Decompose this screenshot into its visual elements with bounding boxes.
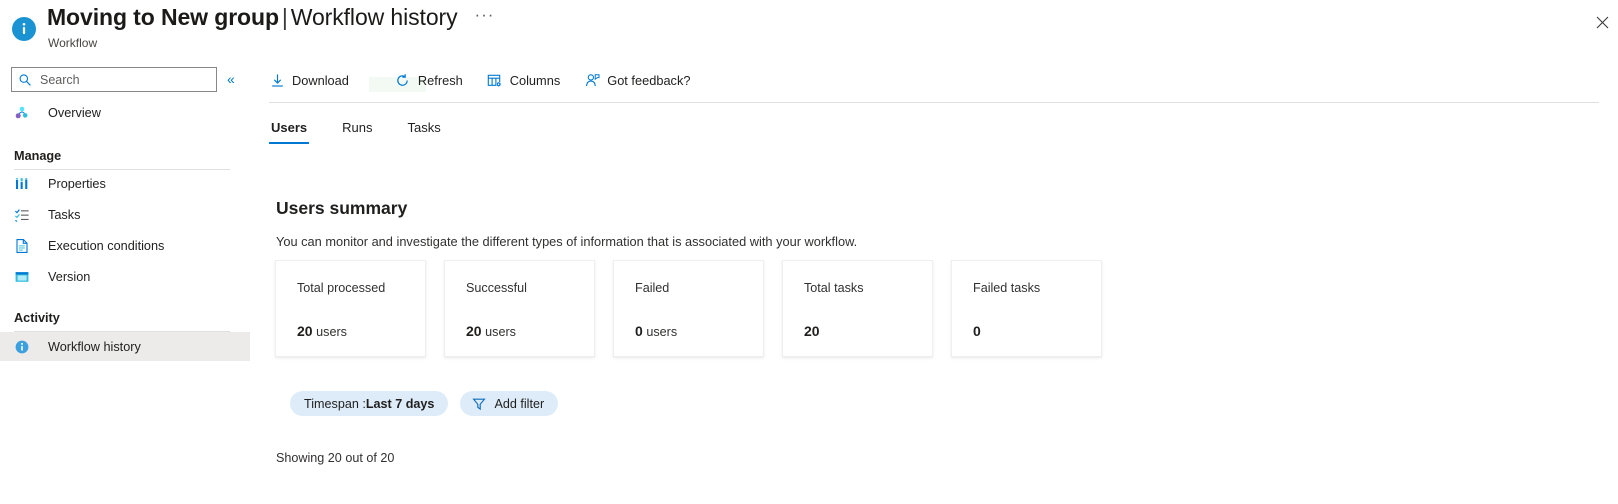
summary-cards: Total processed 20 users Successful 20 u… xyxy=(275,260,1120,357)
main-content: Download Refresh Columns Got feedback? U… xyxy=(250,58,1618,504)
summary-card-successful[interactable]: Successful 20 users xyxy=(444,260,595,357)
refresh-button[interactable]: Refresh xyxy=(395,66,463,94)
properties-bars-icon xyxy=(14,176,30,192)
download-arrow-icon xyxy=(269,72,285,88)
sidebar-item-label: Overview xyxy=(48,105,101,120)
card-value: 20 xyxy=(804,323,932,339)
summary-card-failed[interactable]: Failed 0 users xyxy=(613,260,764,357)
card-number: 0 xyxy=(973,323,981,339)
funnel-filter-icon xyxy=(471,396,486,411)
add-filter-label: Add filter xyxy=(494,396,545,411)
card-label: Failed tasks xyxy=(973,281,1041,295)
card-label: Total tasks xyxy=(804,281,864,295)
tab-tasks[interactable]: Tasks xyxy=(406,116,443,144)
tab-users[interactable]: Users xyxy=(269,116,310,144)
got-feedback-button[interactable]: Got feedback? xyxy=(584,66,690,94)
got-feedback-label: Got feedback? xyxy=(607,72,691,88)
summary-description: You can monitor and investigate the diff… xyxy=(276,234,858,249)
columns-label: Columns xyxy=(509,72,561,88)
command-bar-divider xyxy=(269,102,1599,103)
sidebar-item-overview[interactable]: Overview xyxy=(0,98,250,127)
sidebar-item-workflow-history[interactable]: Workflow history xyxy=(0,332,250,361)
filter-pill-timespan[interactable]: Timespan : Last 7 days xyxy=(290,391,449,416)
timespan-prefix: Timespan : xyxy=(304,396,366,411)
sidebar-item-tasks[interactable]: Tasks xyxy=(0,199,250,230)
document-icon xyxy=(14,238,30,254)
card-unit: users xyxy=(646,325,678,339)
showing-count-text: Showing 20 out of 20 xyxy=(276,451,395,465)
sidebar: « Overview Manage xyxy=(0,58,250,504)
page-title-main: Moving to New group xyxy=(47,4,279,30)
card-value: 20 users xyxy=(297,323,425,339)
sidebar-item-properties[interactable]: Properties xyxy=(0,168,250,199)
card-label: Failed xyxy=(635,281,670,295)
sidebar-item-label: Tasks xyxy=(48,207,81,222)
tab-runs[interactable]: Runs xyxy=(340,116,374,144)
close-icon[interactable] xyxy=(1591,11,1613,33)
add-filter-button[interactable]: Add filter xyxy=(460,391,559,416)
search-icon xyxy=(18,73,32,87)
collapse-sidebar-button[interactable]: « xyxy=(227,69,235,89)
columns-button[interactable]: Columns xyxy=(487,66,561,94)
page-title: Moving to New group | Workflow history xyxy=(47,4,458,31)
refresh-circular-icon xyxy=(395,72,411,88)
card-number: 20 xyxy=(466,323,482,339)
card-unit: users xyxy=(485,325,516,339)
download-label: Download xyxy=(292,72,349,88)
card-number: 0 xyxy=(635,323,643,339)
overview-resource-icon xyxy=(14,105,30,121)
card-number: 20 xyxy=(297,323,313,339)
card-unit: users xyxy=(316,325,347,339)
sidebar-group-activity-label: Activity xyxy=(14,311,60,325)
sidebar-item-label: Workflow history xyxy=(48,339,141,354)
sidebar-group-manage-label: Manage xyxy=(14,149,62,163)
card-value: 20 users xyxy=(466,323,594,339)
tasks-checklist-icon xyxy=(14,207,30,223)
sidebar-item-execution-conditions[interactable]: Execution conditions xyxy=(0,230,250,261)
command-bar: Download Refresh Columns Got feedback? xyxy=(250,58,1618,102)
refresh-label: Refresh xyxy=(417,72,463,88)
card-label: Successful xyxy=(466,281,527,295)
more-options-button[interactable]: ··· xyxy=(474,6,494,23)
sidebar-item-version[interactable]: Version xyxy=(0,261,250,292)
page-title-separator: | xyxy=(281,4,288,30)
download-button[interactable]: Download xyxy=(269,66,426,94)
summary-card-total-processed[interactable]: Total processed 20 users xyxy=(275,260,426,357)
card-value: 0 users xyxy=(635,323,763,339)
feedback-person-icon xyxy=(584,72,600,88)
info-circle-icon xyxy=(12,17,36,41)
page-title-section: Workflow history xyxy=(290,4,458,30)
title-bar: Moving to New group | Workflow history ···… xyxy=(0,0,1618,58)
search-input[interactable] xyxy=(38,71,198,88)
columns-table-icon xyxy=(487,72,503,88)
sidebar-item-label: Execution conditions xyxy=(48,238,165,253)
summary-card-failed-tasks[interactable]: Failed tasks 0 xyxy=(951,260,1102,357)
sidebar-item-label: Version xyxy=(48,269,91,284)
info-circle-icon xyxy=(14,339,30,355)
page-title-row: Moving to New group | Workflow history ··· xyxy=(47,4,494,31)
tab-bar: Users Runs Tasks xyxy=(269,116,474,144)
summary-card-total-tasks[interactable]: Total tasks 20 xyxy=(782,260,933,357)
card-number: 20 xyxy=(804,323,820,339)
card-value: 0 xyxy=(973,323,1101,339)
card-label: Total processed xyxy=(297,281,386,295)
sidebar-item-label: Properties xyxy=(48,176,106,191)
search-box[interactable] xyxy=(11,67,217,92)
summary-heading: Users summary xyxy=(276,198,408,218)
timespan-value: Last 7 days xyxy=(365,396,435,411)
version-window-icon xyxy=(14,269,30,285)
filter-row: Timespan : Last 7 days Add filter xyxy=(290,391,559,416)
page-subtitle: Workflow xyxy=(48,36,98,50)
